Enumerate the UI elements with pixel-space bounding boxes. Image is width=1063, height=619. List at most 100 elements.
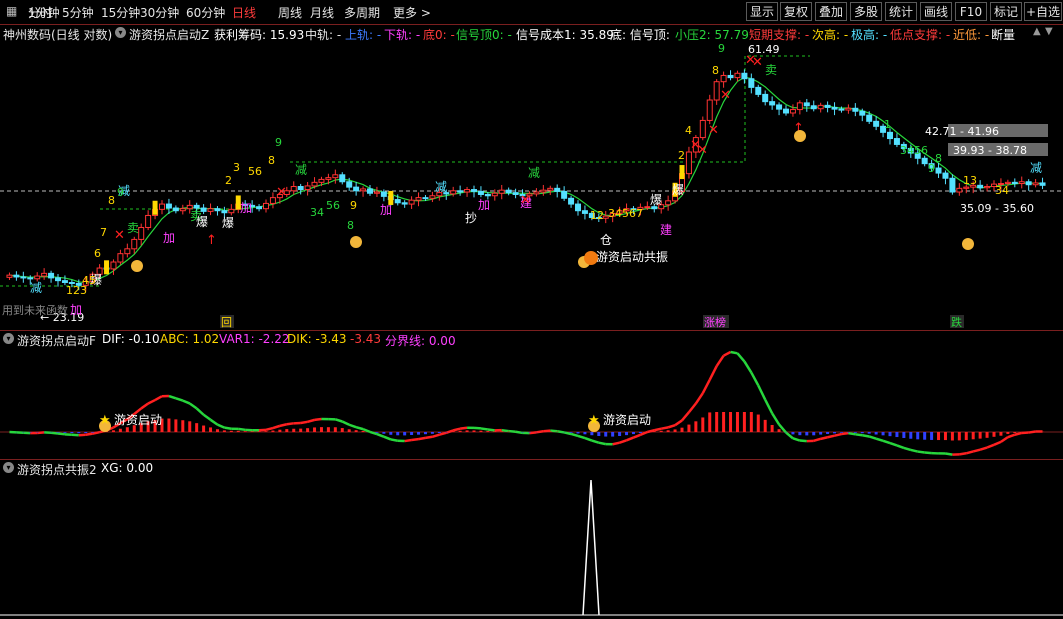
toolbar-button-6[interactable]: F10	[955, 2, 987, 21]
future-function-note: 用到未来函数	[2, 304, 68, 317]
period-tab-2[interactable]: 5分钟	[62, 4, 94, 21]
candle	[159, 200, 165, 215]
toolbar-button-2[interactable]: 叠加	[815, 2, 847, 21]
upper-band: 上轨: -	[345, 28, 382, 42]
sell-x-icon: ✕	[720, 88, 731, 103]
candle-body	[651, 206, 658, 210]
count-number: 9	[117, 186, 124, 199]
sell-x-icon: ✕	[697, 143, 708, 158]
candle-body	[373, 191, 380, 194]
oscillator-line	[418, 436, 426, 441]
scroll-down-icon[interactable]: ▼	[1045, 26, 1053, 37]
candle-body	[685, 151, 692, 175]
candle-chart[interactable]: 42.71 - 41.9639.93 - 38.7835.09 - 35.60←…	[0, 44, 1063, 330]
resonance-spike	[582, 479, 600, 616]
toolbar-button-1[interactable]: 复权	[780, 2, 812, 21]
candle-body	[339, 174, 346, 183]
candle	[762, 90, 769, 106]
resonance-chart[interactable]	[0, 478, 1063, 619]
candle-body	[415, 197, 422, 201]
period-tab-8[interactable]: 月线	[310, 4, 334, 21]
histogram-bar	[916, 432, 920, 440]
oscillator-line	[799, 439, 807, 443]
candle	[748, 73, 755, 94]
histogram-bar	[548, 431, 552, 432]
candle	[214, 206, 221, 216]
candle	[131, 236, 138, 254]
oscillator-line	[875, 437, 884, 443]
candle-body	[734, 72, 741, 79]
macd-chart[interactable]: ★ 游资启动 ★ 游资启动	[0, 349, 1063, 459]
histogram-bar	[500, 431, 504, 432]
candle	[360, 186, 367, 197]
layout-grid-icon[interactable]: ▦	[6, 4, 17, 18]
candle-body	[207, 208, 214, 212]
count-number: 6	[94, 247, 101, 260]
oscillator-line	[771, 412, 781, 426]
toolbar-button-3[interactable]: 多股	[850, 2, 882, 21]
period-toolbar: 分时 1分钟 5分钟 15分钟 30分钟 60分钟 日线 周线 月线 多周期 更多 > ▦ 显示 复权叠…	[0, 0, 1063, 25]
candle-body	[838, 108, 845, 111]
period-tab-5[interactable]: 60分钟	[186, 4, 225, 21]
chart-annotation: 减	[30, 281, 42, 295]
main-info-bar: 神州数码(日线 对数) ▾ 游资拐点启动Z 获利筹码: 15.93 中轨: - …	[3, 26, 1053, 43]
period-tab-6[interactable]: 日线	[232, 4, 256, 21]
period-tab-9[interactable]: 多周期	[344, 4, 380, 21]
macd-indicator-name[interactable]: 游资拐点启动F	[17, 332, 96, 349]
candle	[477, 186, 484, 198]
candle	[471, 185, 477, 198]
oscillator-line	[501, 428, 509, 433]
candle	[796, 100, 803, 115]
period-tab-3[interactable]: 15分钟	[101, 4, 140, 21]
candle-body	[699, 119, 706, 139]
count-number: 2	[678, 149, 685, 162]
period-tab-7[interactable]: 周线	[278, 4, 302, 21]
oscillator-line	[195, 407, 205, 416]
candle-body	[214, 208, 221, 212]
candle	[6, 272, 13, 281]
chart-annotation: 抄	[465, 211, 477, 225]
oscillator-line	[868, 435, 877, 440]
count-number: 34	[310, 206, 324, 219]
toolbar-button-8[interactable]: +自选	[1024, 2, 1062, 21]
period-tab-4[interactable]: 30分钟	[140, 4, 179, 21]
oscillator-line	[383, 435, 392, 441]
toolbar-button-4[interactable]: 统计	[885, 2, 917, 21]
oscillator-line	[862, 434, 870, 438]
oscillator-line	[827, 434, 835, 439]
period-tab-1[interactable]: 1分钟	[28, 4, 60, 21]
candle-body	[138, 226, 145, 240]
candle-body	[429, 195, 436, 199]
candle-body	[484, 193, 491, 197]
oscillator-line	[1000, 436, 1009, 443]
candle	[207, 203, 214, 216]
candle	[720, 71, 727, 88]
histogram-bar	[687, 424, 691, 432]
tag-label: 回	[221, 316, 232, 329]
candle	[776, 102, 783, 116]
candle-body	[290, 186, 297, 192]
oscillator-line	[1014, 431, 1023, 436]
histogram-bar	[215, 429, 219, 432]
histogram-bar	[902, 432, 906, 438]
indicator-name[interactable]: 游资拐点启动Z	[129, 26, 209, 43]
candle-body	[491, 192, 498, 197]
oscillator-line	[633, 433, 641, 439]
candle	[581, 205, 588, 220]
toolbar-button-7[interactable]: 标记	[990, 2, 1022, 21]
candle	[852, 103, 859, 117]
oscillator-line	[701, 379, 711, 394]
candle	[269, 192, 276, 209]
scroll-up-icon[interactable]: ▲	[1033, 26, 1041, 37]
resonance-xg: XG: 0.00	[101, 461, 154, 475]
period-tab-10[interactable]: 更多 >	[393, 4, 431, 21]
candle-body	[55, 277, 61, 282]
candle	[699, 116, 706, 141]
chart-annotation: 加	[380, 203, 392, 217]
toolbar-button-5[interactable]: 画线	[920, 2, 952, 21]
resonance-indicator-name[interactable]: 游资拐点共振2	[17, 461, 97, 478]
toolbar-button-0[interactable]: 显示	[746, 2, 778, 21]
histogram-bar	[354, 430, 358, 432]
oscillator-line	[730, 350, 738, 355]
candle	[769, 96, 776, 110]
